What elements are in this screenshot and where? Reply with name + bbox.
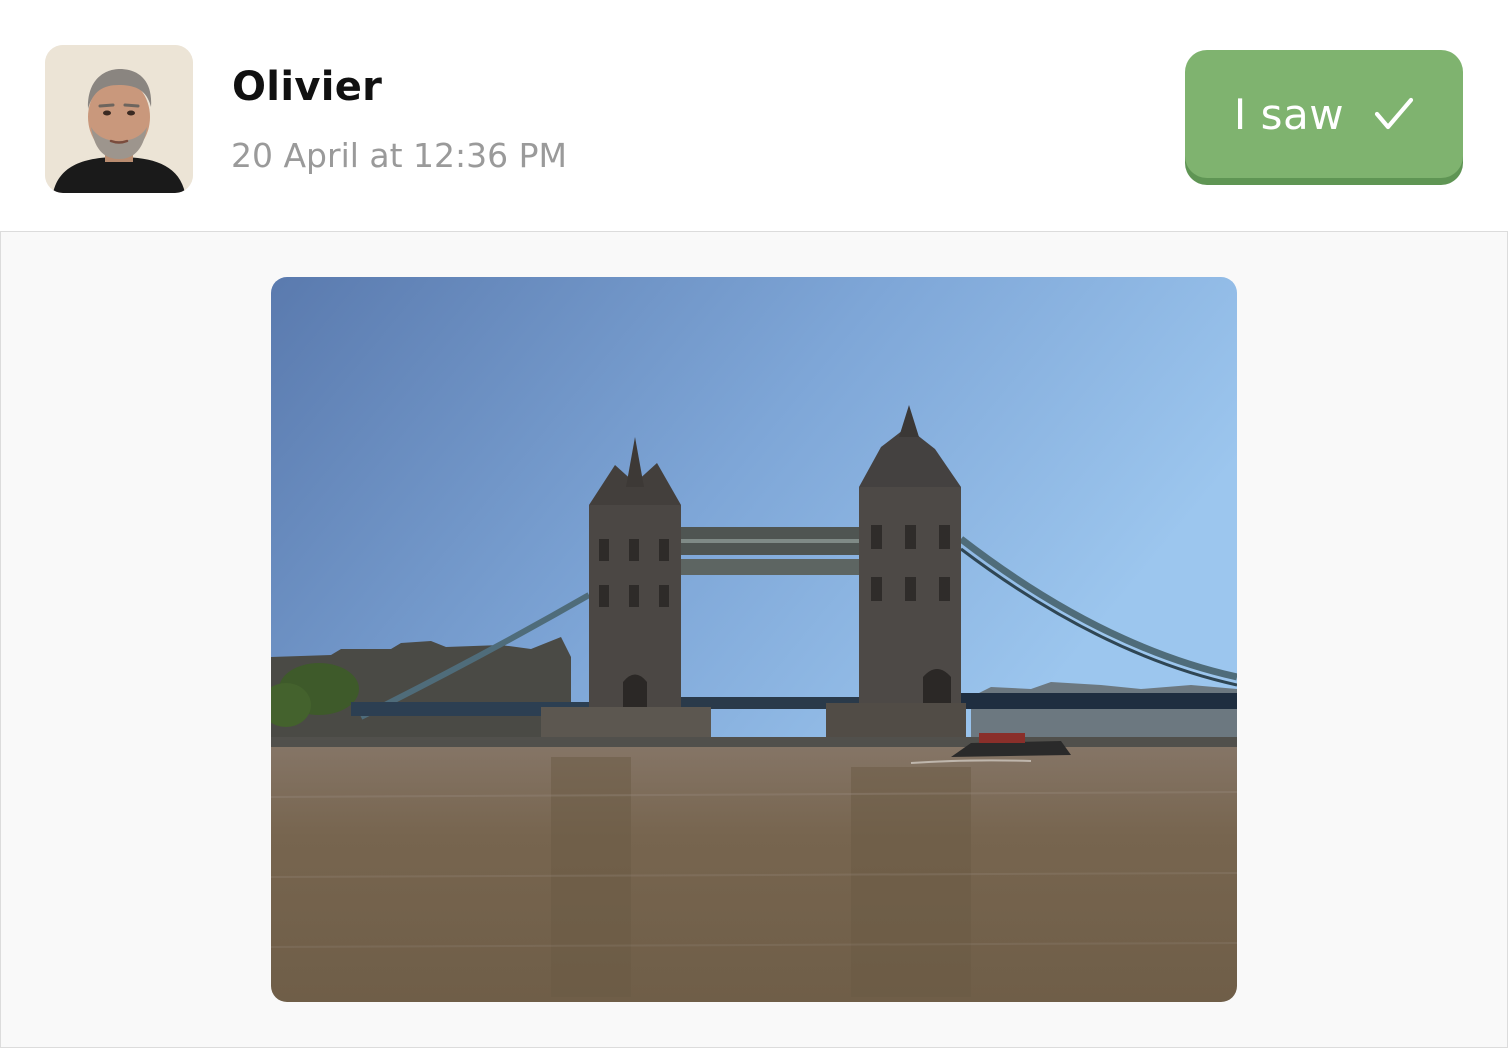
tower-bridge-photo (271, 277, 1237, 1002)
i-saw-button[interactable]: I saw (1185, 50, 1463, 178)
post-header: Olivier 20 April at 12:36 PM I saw (0, 0, 1508, 232)
post-photo[interactable] (271, 277, 1237, 1002)
post-content (0, 231, 1508, 1048)
i-saw-button-label: I saw (1233, 89, 1345, 139)
author-avatar[interactable] (45, 45, 193, 193)
person-portrait-icon (45, 45, 193, 193)
author-name[interactable]: Olivier (232, 64, 382, 110)
checkmark-icon (1374, 97, 1414, 131)
post-timestamp: 20 April at 12:36 PM (231, 136, 568, 175)
